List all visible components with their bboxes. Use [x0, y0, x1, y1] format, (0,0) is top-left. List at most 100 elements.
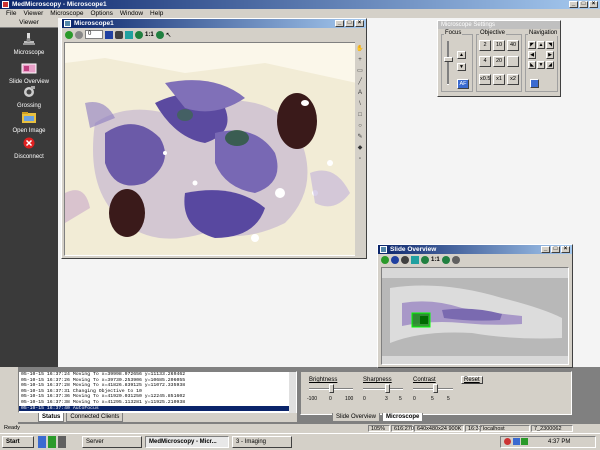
fill-icon[interactable]: ◆	[356, 144, 364, 152]
close-button[interactable]: ×	[589, 1, 598, 8]
magnify-1x-button[interactable]: x1	[493, 74, 505, 85]
measure-icon[interactable]: ▭	[356, 67, 364, 75]
minimize-button[interactable]: _	[569, 1, 578, 8]
sharpness-thumb[interactable]	[385, 384, 390, 393]
task-server[interactable]: Server	[82, 436, 142, 448]
zoom-in-icon[interactable]	[421, 256, 429, 264]
nav-down-right-button[interactable]: ◢	[546, 61, 554, 69]
window-icon	[380, 246, 387, 253]
nav-up-button[interactable]: ▲	[537, 41, 545, 49]
rectangle-icon[interactable]: □	[356, 111, 364, 119]
zoom-out-icon[interactable]	[441, 256, 450, 264]
task-imaging[interactable]: 3 - Imaging	[232, 436, 292, 448]
sidebar-item-disconnect[interactable]: Disconnect	[0, 136, 58, 160]
settings-title[interactable]: Microscope Settings	[438, 21, 560, 29]
pencil-icon[interactable]: ✎	[356, 133, 364, 141]
focus-up-button[interactable]: ▲	[457, 51, 466, 59]
objective-40-button[interactable]: 40	[507, 40, 519, 51]
text-icon[interactable]: A	[356, 89, 364, 97]
eraser-icon[interactable]: ▫	[356, 155, 364, 163]
tab-microscope[interactable]: Microscope	[382, 413, 424, 422]
nav-up-right-button[interactable]: ◥	[546, 41, 554, 49]
tray-network-icon[interactable]	[512, 437, 520, 445]
maximize-button[interactable]: □	[579, 1, 588, 8]
save-icon[interactable]	[105, 30, 113, 39]
close-button[interactable]: ×	[561, 246, 570, 253]
overview-zoom-ratio[interactable]: 1:1	[431, 257, 440, 263]
menu-viewer[interactable]: Viewer	[23, 9, 43, 18]
tab-status[interactable]: Status	[38, 413, 65, 422]
navigation-save-icon[interactable]	[530, 79, 539, 88]
objective-empty-button[interactable]	[507, 56, 519, 67]
zoom-out-icon[interactable]	[155, 30, 164, 39]
play-icon[interactable]	[381, 256, 389, 264]
menu-help[interactable]: Help	[150, 9, 163, 18]
close-button[interactable]: ×	[355, 20, 364, 27]
tray-volume-icon[interactable]	[521, 437, 529, 445]
reset-button[interactable]: Reset	[461, 376, 483, 384]
overview-titlebar[interactable]: Slide Overview _ □ ×	[378, 245, 572, 254]
minimize-button[interactable]: _	[335, 20, 344, 27]
maximize-button[interactable]: □	[551, 246, 560, 253]
task-medmicroscopy[interactable]: MedMicroscopy - Micr...	[145, 436, 229, 448]
overview-image[interactable]	[381, 267, 569, 365]
minimize-button[interactable]: _	[541, 246, 550, 253]
tab-connected-clients[interactable]: Connected Clients	[66, 413, 124, 422]
objective-4-button[interactable]: 4	[479, 56, 491, 67]
ruler-icon[interactable]: ╱	[356, 78, 364, 86]
objective-2-button[interactable]: 2	[479, 40, 491, 51]
magnify-half-button[interactable]: x0.5	[479, 74, 491, 85]
zoom-in-icon[interactable]	[135, 30, 143, 39]
menu-file[interactable]: File	[6, 9, 16, 18]
hand-icon[interactable]: ✋	[356, 45, 364, 53]
menu-options[interactable]: Options	[90, 9, 112, 18]
sidebar-item-slide-overview[interactable]: Slide Overview	[0, 61, 58, 85]
slide-icon	[21, 63, 37, 74]
refresh-icon[interactable]	[451, 256, 460, 264]
nav-down-left-button[interactable]: ◣	[528, 61, 536, 69]
crosshair-icon[interactable]: +	[356, 56, 364, 64]
camera-icon[interactable]	[115, 30, 123, 39]
start-button[interactable]: Start	[2, 436, 34, 448]
autofocus-button[interactable]: AF	[457, 79, 469, 89]
menu-microscope[interactable]: Microscope	[50, 9, 83, 18]
camera-icon[interactable]	[401, 256, 409, 264]
objective-10-button[interactable]: 10	[493, 40, 505, 51]
menu-window[interactable]: Window	[120, 9, 143, 18]
ellipse-icon[interactable]: ○	[356, 122, 364, 130]
brightness-thumb[interactable]	[329, 384, 334, 393]
tab-slide-overview[interactable]: Slide Overview	[332, 413, 381, 422]
line-icon[interactable]: \	[356, 100, 364, 108]
sidebar-item-open-image[interactable]: Open Image	[0, 110, 58, 134]
magnify-2x-button[interactable]: x2	[507, 74, 519, 85]
sharpness-max: 5	[399, 396, 402, 402]
focus-slider-thumb[interactable]	[444, 57, 453, 62]
globe-icon[interactable]	[391, 256, 399, 264]
quicklaunch-explorer-icon[interactable]	[58, 436, 66, 448]
pointer-icon[interactable]: ↖	[166, 31, 172, 39]
tray-alert-icon[interactable]	[504, 437, 511, 445]
specimen-image[interactable]	[64, 42, 356, 256]
nav-up-left-button[interactable]: ◤	[528, 41, 536, 49]
fit-icon[interactable]	[125, 30, 133, 39]
stop-icon[interactable]	[75, 30, 83, 39]
sidebar-item-label: Open Image	[12, 128, 46, 134]
log-scrollbar[interactable]	[289, 372, 296, 414]
fit-icon[interactable]	[411, 256, 419, 264]
status-log[interactable]: 05-10-15 16:37:24 Moving To x=39998.9726…	[18, 371, 297, 414]
nav-right-button[interactable]: ▶	[546, 51, 554, 59]
focus-down-button[interactable]: ▼	[457, 63, 466, 71]
maximize-button[interactable]: □	[345, 20, 354, 27]
microscope-window-titlebar[interactable]: Microscope1 _ □ ×	[62, 19, 366, 28]
zoom-ratio[interactable]: 1:1	[145, 32, 154, 38]
zoom-select[interactable]: 0	[85, 30, 103, 39]
sidebar-item-grossing[interactable]: Grossing	[0, 85, 58, 109]
sidebar-item-microscope[interactable]: Microscope	[0, 32, 58, 56]
contrast-thumb[interactable]	[433, 384, 438, 393]
quicklaunch-ie-icon[interactable]	[38, 436, 46, 448]
objective-20-button[interactable]: 20	[493, 56, 505, 67]
nav-left-button[interactable]: ◀	[528, 51, 536, 59]
nav-down-button[interactable]: ▼	[537, 61, 545, 69]
play-icon[interactable]	[65, 30, 73, 39]
quicklaunch-desktop-icon[interactable]	[48, 436, 56, 448]
